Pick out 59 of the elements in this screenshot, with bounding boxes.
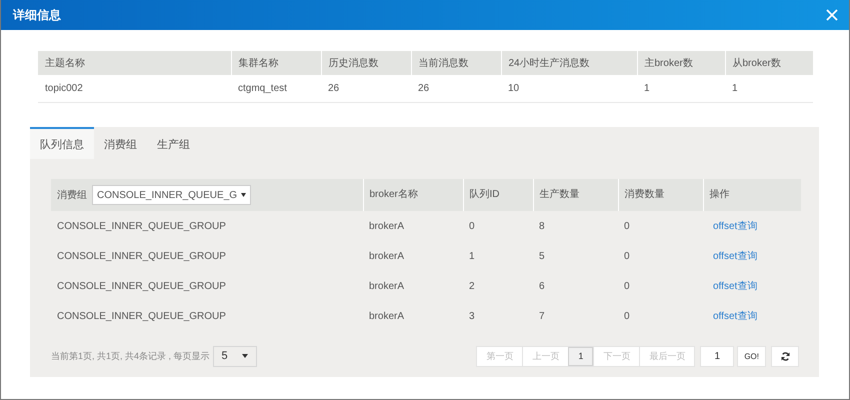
table-cell-text: CONSOLE_INNER_QUEUE_GROUP [56, 280, 227, 294]
table-cell: 1 [725, 75, 813, 102]
column-header: 主题名称 [38, 51, 231, 75]
tab[interactable]: 队列信息 [30, 127, 94, 159]
table-cell-text: CONSOLE_INNER_QUEUE_GROUP [56, 310, 227, 324]
table-cell: 26 [321, 75, 411, 102]
go-button[interactable]: GO! [737, 346, 766, 366]
window-title: 详细信息 [13, 6, 61, 24]
table-cell: 1 [637, 75, 725, 102]
table-cell: ctgmq_test [231, 75, 321, 102]
table-cell-text: 6 [538, 280, 546, 294]
page-button[interactable]: 1 [568, 346, 594, 366]
column-header: 主broker数 [637, 51, 725, 75]
table-cell-text: 0 [623, 280, 631, 294]
column-header: broker名称 [363, 179, 463, 211]
column-header: 历史消息数 [321, 51, 411, 75]
column-header: 24小时生产消息数 [501, 51, 637, 75]
caret-icon [242, 354, 248, 358]
table-cell: 0 [463, 211, 533, 241]
table-cell: 10 [501, 75, 637, 102]
filter-label: 消费组 [57, 188, 87, 202]
pagination-summary: 当前第1页, 共1页, 共4条记录 , 每页显示 [51, 350, 210, 362]
column-header: 操作 [703, 179, 801, 211]
close-button[interactable] [825, 8, 839, 22]
table-cell-text: 7 [538, 310, 546, 324]
table-cell-text: 0 [623, 250, 631, 264]
column-header: 集群名称 [231, 51, 321, 75]
table-cell: 0 [618, 211, 703, 241]
offset-query-link[interactable]: offset查询 [713, 251, 758, 262]
table-cell-text: 1 [468, 250, 476, 264]
table-cell-text: 5 [538, 250, 546, 264]
table-cell: 26 [411, 75, 501, 102]
page-input[interactable]: 1 [700, 346, 734, 366]
column-header: 生产数量 [533, 179, 618, 211]
table-cell: brokerA [363, 211, 463, 241]
table-cell: topic002 [38, 75, 231, 102]
refresh-icon [780, 352, 790, 360]
column-header: 队列ID [463, 179, 533, 211]
table-cell: CONSOLE_INNER_QUEUE_GROUP [51, 211, 363, 241]
table-cell-text: brokerA [368, 280, 406, 294]
tab[interactable]: 生产组 [147, 127, 200, 159]
offset-query-link[interactable]: offset查询 [713, 221, 758, 232]
table-cell-text: 2 [468, 280, 476, 294]
offset-query-link[interactable]: offset查询 [713, 281, 758, 292]
offset-query-link[interactable]: offset查询 [713, 311, 758, 322]
table-cell-text: brokerA [368, 250, 406, 264]
column-header: 消费数量 [618, 179, 703, 211]
refresh-button[interactable] [771, 346, 799, 366]
group-dropdown[interactable]: CONSOLE_INNER_QUEUE_G [92, 185, 252, 205]
table-cell-text: CONSOLE_INNER_QUEUE_GROUP [56, 250, 227, 264]
column-header: 从broker数 [725, 51, 813, 75]
tab[interactable]: 消费组 [94, 127, 147, 159]
column-header: 当前消息数 [411, 51, 501, 75]
table-cell: 8 [533, 211, 618, 241]
table-cell-text: 3 [468, 310, 476, 324]
table-cell-text: brokerA [368, 310, 406, 324]
table-cell-text: 0 [623, 310, 631, 324]
caret-icon [241, 193, 246, 197]
page-size-dropdown[interactable]: 5 [212, 346, 257, 366]
